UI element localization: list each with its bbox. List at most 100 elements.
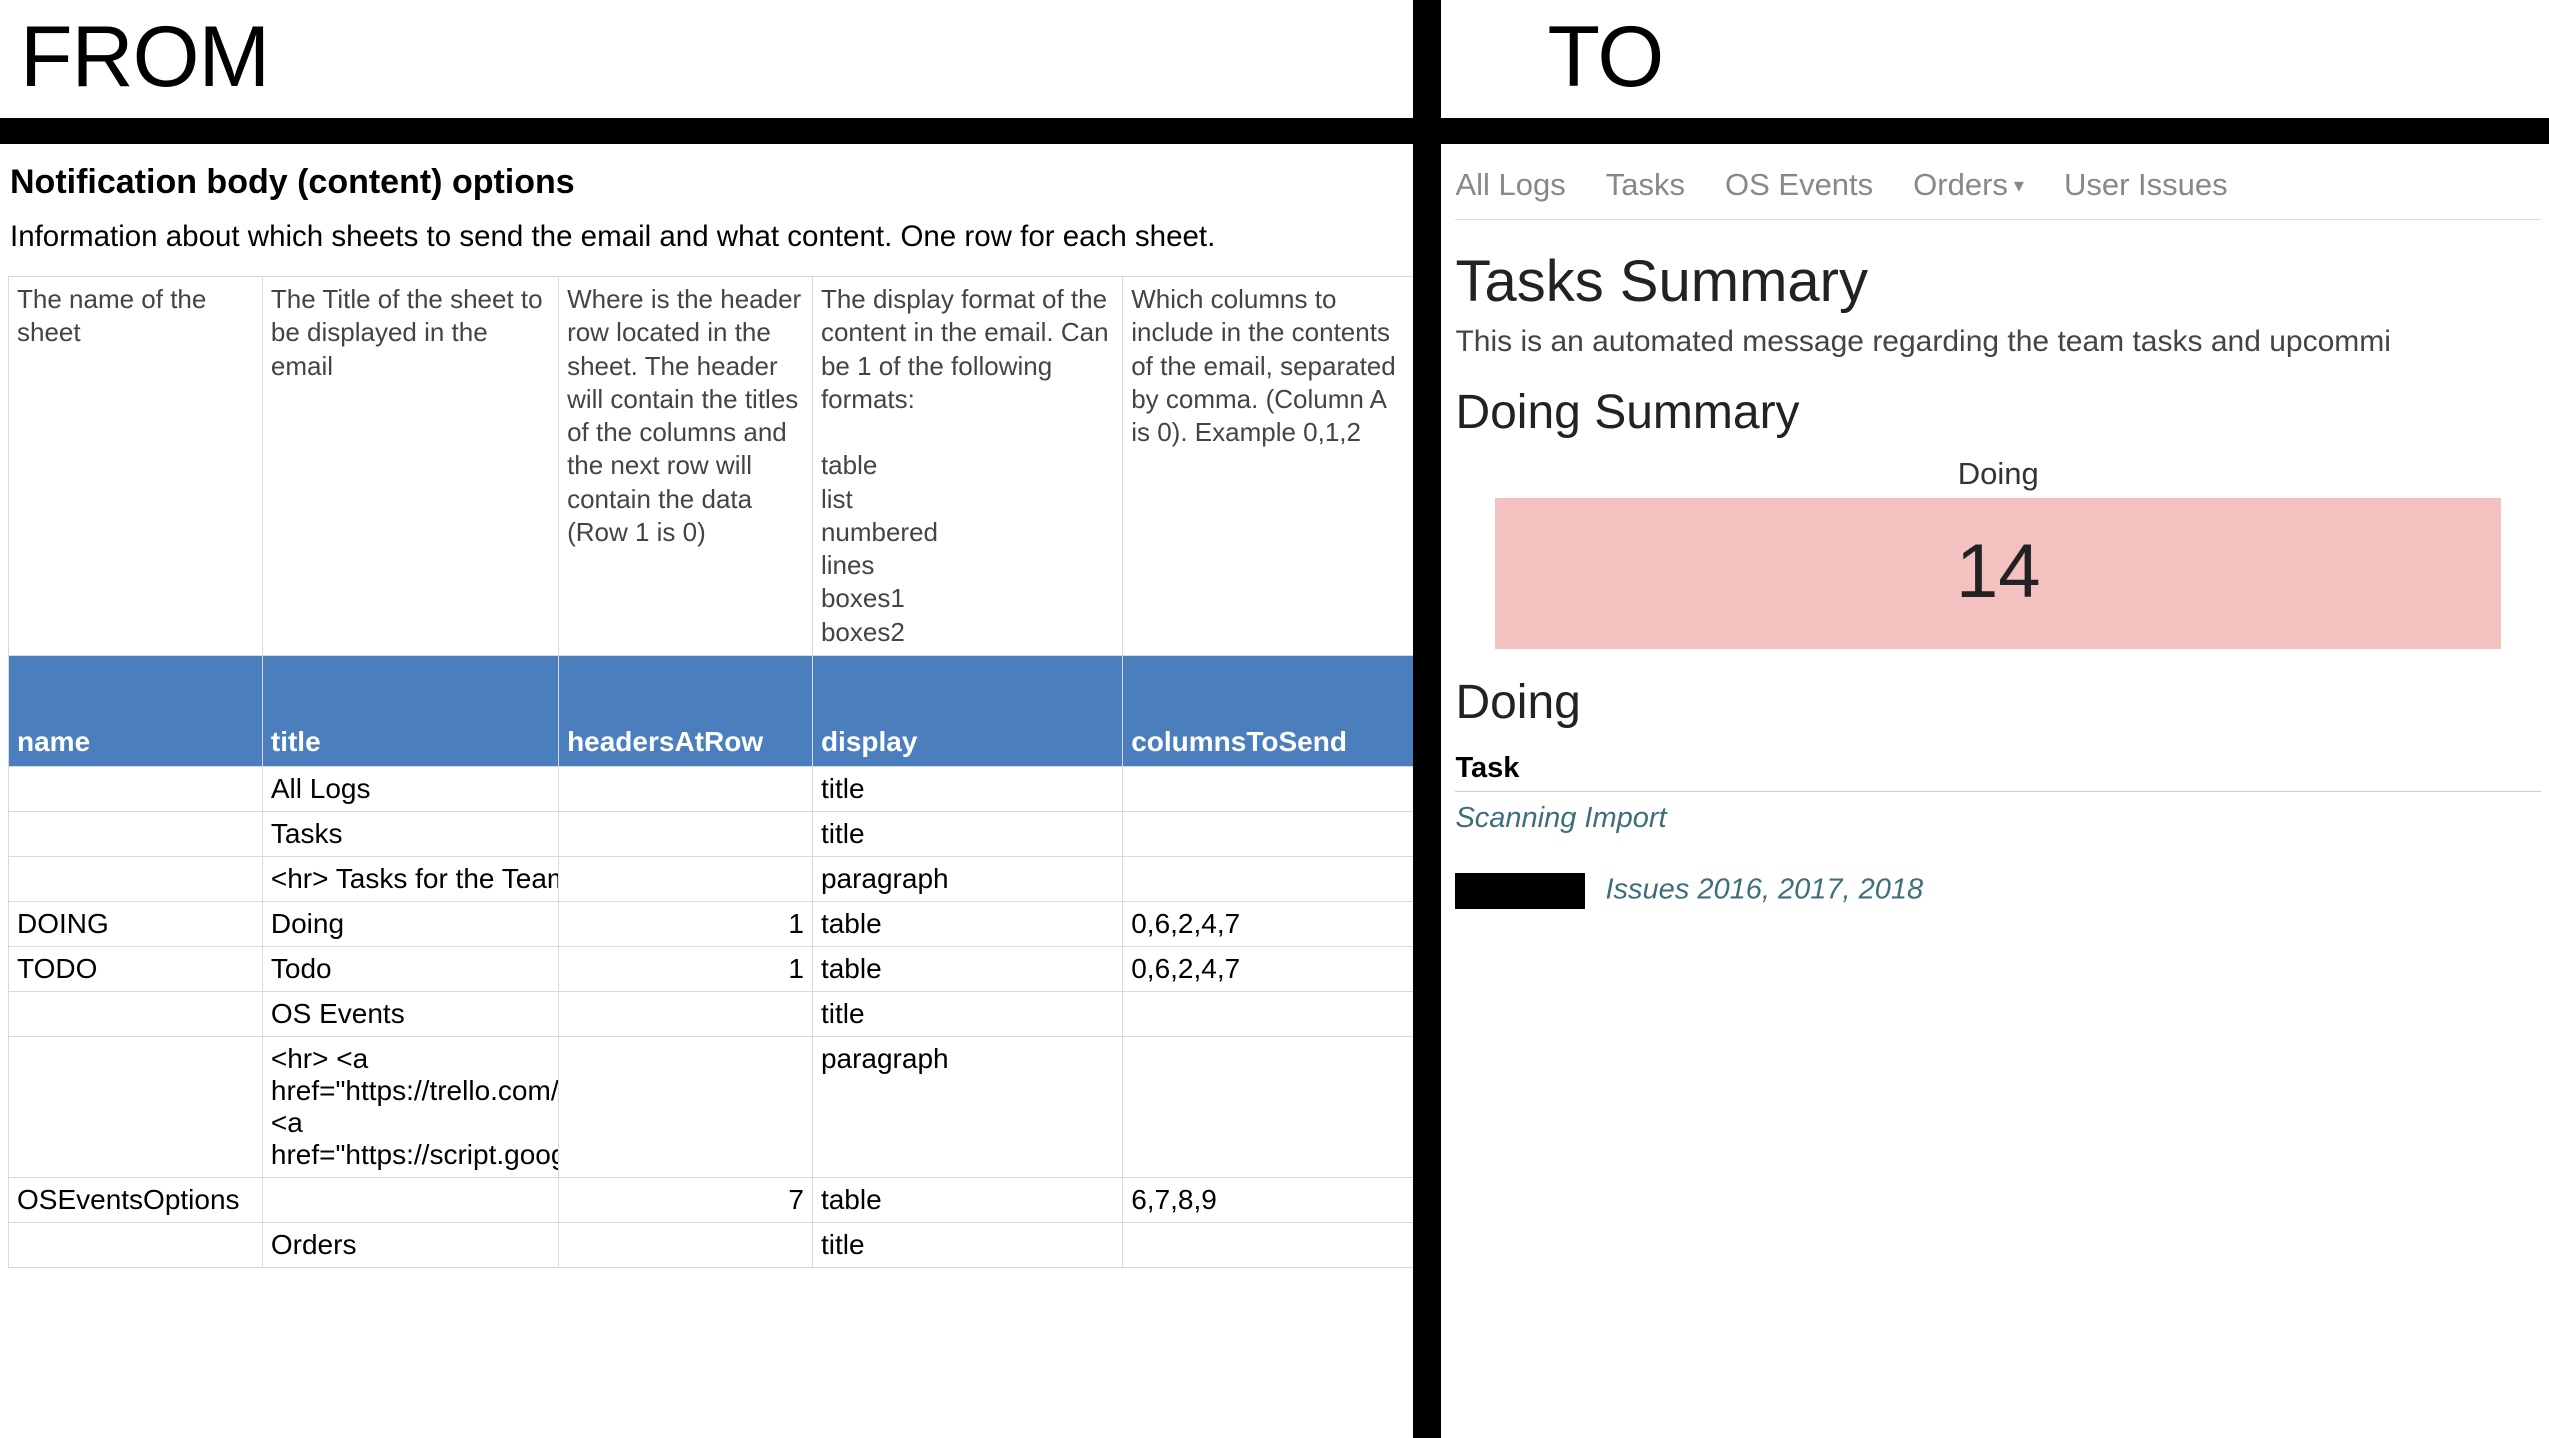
- redacted-block: [1455, 873, 1585, 909]
- cell-headersAtRow[interactable]: [559, 766, 813, 811]
- left-body: Notification body (content) options Info…: [0, 117, 1427, 1268]
- split-view: FROM Notification body (content) options…: [0, 0, 2549, 1438]
- issues-line[interactable]: Issues 2016, 2017, 2018: [1455, 873, 2541, 909]
- right-body: All Logs Tasks OS Events Orders▾ User Issues…: [1427, 117, 2549, 909]
- cell-display[interactable]: title: [812, 811, 1122, 856]
- to-header: TO: [1427, 0, 2549, 117]
- stat-label: Doing: [1495, 456, 2501, 492]
- cell-columnsToSend[interactable]: 0,6,2,4,7: [1123, 901, 1419, 946]
- tab-bar: All Logs Tasks OS Events Orders▾ User Issues: [1455, 159, 2541, 220]
- cell-columnsToSend[interactable]: [1123, 991, 1419, 1036]
- from-label: FROM: [20, 8, 1403, 107]
- intro-text: This is an automated message regarding t…: [1455, 325, 2541, 359]
- table-row: Tasks title: [9, 811, 1419, 856]
- desc-headersAtRow: Where is the header row located in the s…: [559, 277, 813, 656]
- cell-title[interactable]: Todo: [262, 946, 558, 991]
- cell-headersAtRow[interactable]: [559, 1222, 813, 1267]
- cell-title[interactable]: OS Events: [262, 991, 558, 1036]
- table-row: OSEventsOptions 7table6,7,8,9: [9, 1177, 1419, 1222]
- tab-tasks[interactable]: Tasks: [1606, 167, 1685, 203]
- descriptor-row: The name of the sheet The Title of the s…: [9, 277, 1419, 656]
- horizontal-divider: [0, 118, 2549, 144]
- cell-headersAtRow[interactable]: [559, 991, 813, 1036]
- column-header-row: name title headersAtRow display columnsT…: [9, 655, 1419, 766]
- section-doing-summary: Doing Summary: [1455, 385, 2541, 440]
- cell-display[interactable]: title: [812, 991, 1122, 1036]
- cell-display[interactable]: paragraph: [812, 1036, 1122, 1177]
- cell-columnsToSend[interactable]: [1123, 1222, 1419, 1267]
- cell-name[interactable]: [9, 1222, 263, 1267]
- table-row: <hr> Tasks for the Team as defined in par…: [9, 856, 1419, 901]
- left-pane: FROM Notification body (content) options…: [0, 0, 1427, 1438]
- cell-name[interactable]: OSEventsOptions: [9, 1177, 263, 1222]
- cell-headersAtRow[interactable]: [559, 1036, 813, 1177]
- task-table-header: Task: [1455, 746, 2541, 792]
- right-pane: TO All Logs Tasks OS Events Orders▾ User Iss…: [1427, 0, 2549, 1438]
- cell-columnsToSend[interactable]: [1123, 1036, 1419, 1177]
- col-columnsToSend: columnsToSend: [1123, 655, 1419, 766]
- table-row: All Logs title: [9, 766, 1419, 811]
- cell-name[interactable]: [9, 1036, 263, 1177]
- tab-os-events[interactable]: OS Events: [1725, 167, 1873, 203]
- cell-display[interactable]: table: [812, 946, 1122, 991]
- cell-title[interactable]: Doing: [262, 901, 558, 946]
- col-title: title: [262, 655, 558, 766]
- doc-title: Notification body (content) options: [10, 163, 1419, 202]
- vertical-divider: [1413, 0, 1441, 1438]
- tab-orders[interactable]: Orders▾: [1913, 167, 2024, 203]
- section-doing: Doing: [1455, 675, 2541, 730]
- cell-columnsToSend[interactable]: [1123, 811, 1419, 856]
- tab-label: Orders: [1913, 167, 2008, 203]
- cell-title[interactable]: All Logs: [262, 766, 558, 811]
- page-heading: Tasks Summary: [1455, 248, 2541, 315]
- cell-headersAtRow[interactable]: 1: [559, 901, 813, 946]
- stat-card: Doing 14: [1495, 456, 2501, 649]
- cell-headersAtRow[interactable]: [559, 811, 813, 856]
- cell-headersAtRow[interactable]: 7: [559, 1177, 813, 1222]
- cell-columnsToSend[interactable]: 6,7,8,9: [1123, 1177, 1419, 1222]
- stat-value: 14: [1495, 498, 2501, 649]
- desc-name: The name of the sheet: [9, 277, 263, 656]
- cell-title[interactable]: Tasks: [262, 811, 558, 856]
- task-row[interactable]: Scanning Import: [1455, 792, 2541, 845]
- col-name: name: [9, 655, 263, 766]
- cell-name[interactable]: TODO: [9, 946, 263, 991]
- from-header: FROM: [0, 0, 1427, 117]
- cell-display[interactable]: title: [812, 766, 1122, 811]
- tab-label: All Logs: [1455, 167, 1565, 203]
- tab-user-issues[interactable]: User Issues: [2064, 167, 2228, 203]
- cell-title[interactable]: <hr> <a href="https://trello.com/b/h6u <…: [262, 1036, 558, 1177]
- cell-name[interactable]: DOING: [9, 901, 263, 946]
- cell-title[interactable]: [262, 1177, 558, 1222]
- table-row: Orders title: [9, 1222, 1419, 1267]
- desc-display: The display format of the content in the…: [812, 277, 1122, 656]
- cell-name[interactable]: [9, 811, 263, 856]
- tab-all-logs[interactable]: All Logs: [1455, 167, 1565, 203]
- cell-title[interactable]: Orders: [262, 1222, 558, 1267]
- cell-columnsToSend[interactable]: [1123, 856, 1419, 901]
- table-row: OS Events title: [9, 991, 1419, 1036]
- desc-title: The Title of the sheet to be displayed i…: [262, 277, 558, 656]
- cell-display[interactable]: table: [812, 1177, 1122, 1222]
- col-display: display: [812, 655, 1122, 766]
- chevron-down-icon: ▾: [2014, 173, 2024, 198]
- tab-label: User Issues: [2064, 167, 2228, 203]
- cell-display[interactable]: table: [812, 901, 1122, 946]
- tab-label: Tasks: [1606, 167, 1685, 203]
- cell-display[interactable]: paragraph: [812, 856, 1122, 901]
- cell-name[interactable]: [9, 766, 263, 811]
- cell-headersAtRow[interactable]: 1: [559, 946, 813, 991]
- tab-label: OS Events: [1725, 167, 1873, 203]
- cell-name[interactable]: [9, 856, 263, 901]
- cell-headersAtRow[interactable]: [559, 856, 813, 901]
- cell-name[interactable]: [9, 991, 263, 1036]
- table-row: <hr> <a href="https://trello.com/b/h6u <…: [9, 1036, 1419, 1177]
- cell-columnsToSend[interactable]: 0,6,2,4,7: [1123, 946, 1419, 991]
- doc-subtitle: Information about which sheets to send t…: [10, 220, 1419, 254]
- cell-columnsToSend[interactable]: [1123, 766, 1419, 811]
- spec-table: The name of the sheet The Title of the s…: [8, 276, 1419, 1268]
- cell-title[interactable]: <hr> Tasks for the Team as defined in: [262, 856, 558, 901]
- table-row: TODOTodo1table0,6,2,4,7: [9, 946, 1419, 991]
- cell-display[interactable]: title: [812, 1222, 1122, 1267]
- to-label: TO: [1547, 8, 2525, 107]
